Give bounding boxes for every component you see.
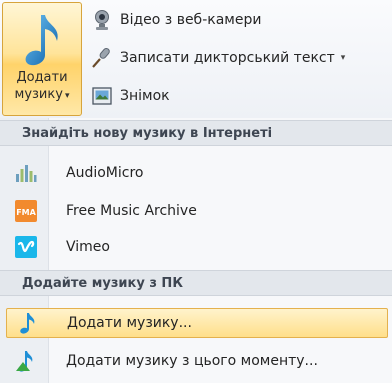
ribbon-group: Додати музику ▾ Відео з веб-камери Записа…: [0, 0, 392, 119]
svg-text:FMA: FMA: [16, 208, 36, 217]
online-music-section-header: Знайдіть нову музику в Інтернеті: [0, 120, 392, 146]
fma-icon: FMA: [14, 199, 38, 223]
menu-item-add-music[interactable]: Додати музику...: [6, 308, 388, 338]
add-music-label: Додати музику ▾: [14, 70, 70, 102]
webcam-video-button[interactable]: Відео з веб-камери: [90, 7, 261, 33]
vimeo-icon: [14, 235, 38, 259]
music-note-icon: [15, 311, 39, 335]
audiomicro-icon: [14, 161, 38, 185]
chevron-down-icon: ▾: [340, 53, 346, 63]
add-music-dropdown-menu: Знайдіть нову музику в Інтернеті AudioMi…: [0, 118, 392, 383]
music-note-green-icon: [14, 349, 38, 373]
record-narration-button[interactable]: Записати дикторський текст ▾: [90, 45, 345, 71]
microphone-icon: [90, 46, 114, 70]
pc-music-section-header: Додайте музику з ПК: [0, 270, 392, 296]
snapshot-icon: [90, 84, 114, 108]
webcam-icon: [90, 8, 114, 32]
music-note-icon: [17, 11, 67, 67]
add-music-button[interactable]: Додати музику ▾: [2, 2, 82, 116]
menu-item-free-music-archive[interactable]: FMA Free Music Archive: [6, 196, 388, 226]
menu-item-vimeo[interactable]: Vimeo: [6, 232, 388, 262]
menu-item-audiomicro[interactable]: AudioMicro: [6, 158, 388, 188]
menu-item-add-music-from-here[interactable]: Додати музику з цього моменту...: [6, 346, 388, 376]
snapshot-button[interactable]: Знімок: [90, 83, 170, 109]
chevron-down-icon: ▾: [64, 91, 70, 101]
